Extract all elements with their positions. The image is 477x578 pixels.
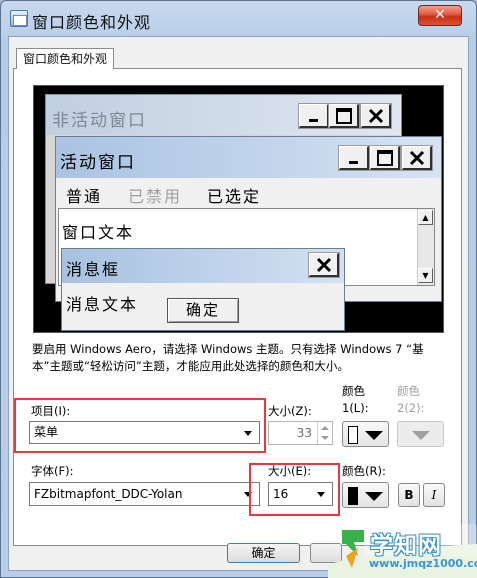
chevron-down-icon	[317, 492, 325, 497]
aero-info-text: 要启用 Windows Aero，请选择 Windows 主题。只有选择 Win…	[32, 342, 424, 373]
window-app-icon	[10, 10, 28, 27]
italic-button[interactable]: I	[423, 483, 445, 507]
preview-menu-normal[interactable]: 普通	[66, 183, 102, 207]
item-size-stepper[interactable]: 33	[268, 421, 333, 445]
color2-label-line1: 颜色	[397, 384, 420, 398]
color1-label-line2: 1(L):	[342, 401, 369, 415]
active-minimize-icon	[338, 145, 370, 171]
scroll-up-arrow-icon[interactable]: ▲	[418, 210, 433, 225]
inactive-minimize-icon	[298, 103, 330, 129]
scroll-down-arrow-icon[interactable]: ▼	[418, 268, 433, 283]
preview-menu-selected[interactable]: 已选定	[207, 183, 261, 207]
active-maximize-icon	[369, 145, 401, 171]
spin-down-icon	[321, 436, 329, 440]
preview-message-text: 消息文本	[66, 295, 139, 314]
chevron-down-icon	[244, 430, 252, 436]
font-dropdown-value: FZbitmapfont_DDC-Yolan	[34, 487, 183, 501]
preview-window-text: 窗口文本	[62, 223, 135, 242]
item-dropdown[interactable]: 菜单	[29, 421, 260, 444]
active-close-icon	[401, 145, 433, 171]
spin-up-icon	[321, 426, 329, 430]
tab-window-color-appearance[interactable]: 窗口颜色和外观	[16, 48, 114, 69]
chevron-down-icon	[365, 431, 383, 440]
stepper-buttons[interactable]	[317, 422, 332, 444]
font-color-button[interactable]	[342, 482, 389, 508]
chevron-down-icon	[412, 431, 430, 440]
color1-button[interactable]	[342, 421, 389, 447]
inactive-maximize-icon	[328, 103, 360, 129]
inactive-close-icon	[360, 103, 392, 129]
watermark-url: www.jmqz1000.com	[369, 557, 477, 570]
color2-label-line2: 2(2):	[397, 401, 425, 415]
font-size-dropdown[interactable]: 16	[268, 482, 333, 506]
item-label: 项目(I):	[31, 404, 71, 418]
chevron-down-icon	[365, 492, 383, 501]
item-size-value: 33	[296, 426, 312, 440]
preview-message-box-title: 消息框	[66, 260, 121, 279]
item-dropdown-value: 菜单	[34, 425, 59, 439]
font-size-label: 大小(E):	[268, 464, 312, 478]
color1-swatch	[348, 426, 358, 444]
font-color-label: 颜色(R):	[342, 464, 386, 478]
window-title: 窗口颜色和外观	[32, 13, 152, 32]
font-size-value: 16	[273, 487, 289, 501]
message-box-close-icon	[308, 252, 340, 278]
watermark-text: 学知网	[370, 533, 442, 559]
item-size-label: 大小(Z):	[268, 404, 312, 418]
preview-inactive-title: 非活动窗口	[52, 111, 147, 131]
color2-button[interactable]	[397, 421, 444, 447]
bold-button[interactable]: B	[398, 483, 420, 507]
preview-ok-button[interactable]: 确定	[167, 298, 239, 323]
font-color-swatch	[348, 487, 358, 505]
font-label: 字体(F):	[31, 464, 74, 478]
preview-active-title: 活动窗口	[60, 153, 136, 173]
color1-label-line1: 颜色	[342, 384, 365, 398]
font-dropdown[interactable]: FZbitmapfont_DDC-Yolan	[29, 482, 260, 506]
close-button[interactable]: ✕	[418, 5, 462, 26]
ok-button[interactable]: 确定	[227, 543, 300, 563]
preview-menu-disabled[interactable]: 已禁用	[128, 183, 182, 207]
